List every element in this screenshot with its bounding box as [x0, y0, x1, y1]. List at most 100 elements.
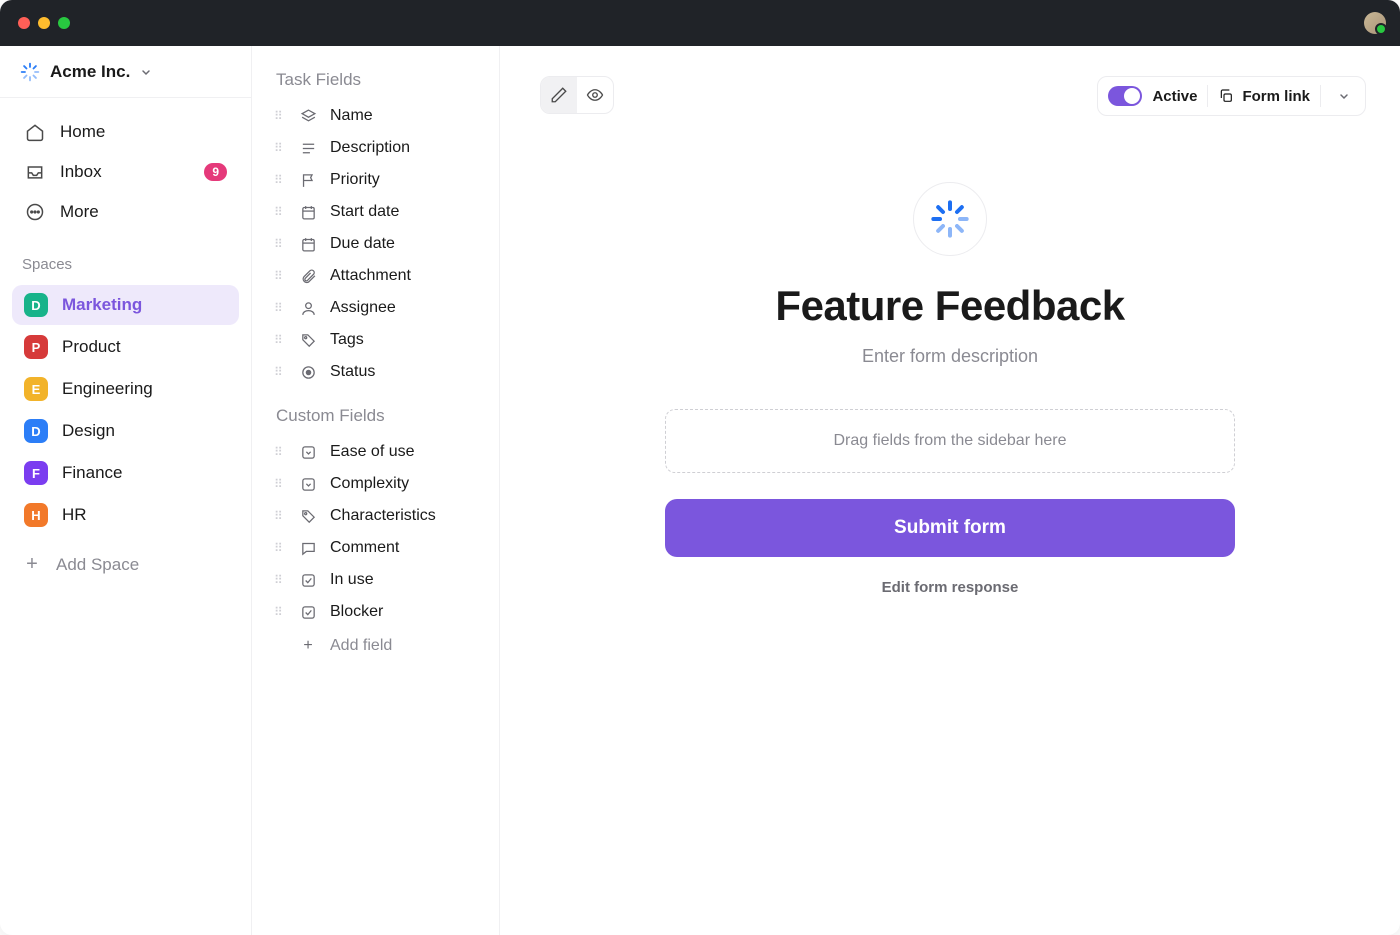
eye-icon [586, 86, 604, 104]
add-space-label: Add Space [56, 555, 139, 575]
inbox-badge: 9 [204, 163, 227, 181]
maximize-window-button[interactable] [58, 17, 70, 29]
divider [1207, 85, 1208, 107]
spaces-heading: Spaces [0, 232, 251, 283]
drag-handle-icon[interactable]: ⠿ [274, 205, 286, 219]
drag-handle-icon[interactable]: ⠿ [274, 269, 286, 283]
divider [1320, 85, 1321, 107]
drag-handle-icon[interactable]: ⠿ [274, 573, 286, 587]
field-assignee[interactable]: ⠿Assignee [266, 292, 489, 324]
user-avatar[interactable] [1364, 12, 1386, 34]
drag-handle-icon[interactable]: ⠿ [274, 541, 286, 555]
add-space-button[interactable]: + Add Space [0, 543, 251, 586]
field-label: Comment [330, 539, 399, 557]
field-label: In use [330, 571, 374, 589]
tag-icon [298, 332, 318, 349]
field-description[interactable]: ⠿ Description [266, 132, 489, 164]
more-icon [24, 201, 46, 223]
submit-form-button[interactable]: Submit form [665, 499, 1235, 557]
field-in-use[interactable]: ⠿ In use [266, 564, 489, 596]
form-link-button[interactable]: Form link [1218, 88, 1310, 105]
nav-more[interactable]: More [12, 192, 239, 232]
field-label: Blocker [330, 603, 383, 621]
workspace-switcher[interactable]: Acme Inc. [0, 46, 251, 98]
field-comment[interactable]: ⠿ Comment [266, 532, 489, 564]
drag-handle-icon[interactable]: ⠿ [274, 605, 286, 619]
space-badge: D [24, 293, 48, 317]
edit-response-link[interactable]: Edit form response [882, 579, 1019, 596]
field-due-date[interactable]: ⠿Due date [266, 228, 489, 260]
space-badge: P [24, 335, 48, 359]
field-label: Name [330, 107, 373, 125]
space-item-product[interactable]: P Product [12, 327, 239, 367]
plus-icon: + [298, 637, 318, 655]
close-window-button[interactable] [18, 17, 30, 29]
chevron-down-icon [1338, 90, 1350, 102]
flag-icon [298, 172, 318, 189]
pencil-icon [550, 86, 568, 104]
drag-handle-icon[interactable]: ⠿ [274, 109, 286, 123]
drag-handle-icon[interactable]: ⠿ [274, 237, 286, 251]
nav-home[interactable]: Home [12, 112, 239, 152]
fields-panel: Task Fields ⠿Name⠿Description⠿Priority⠿S… [252, 46, 500, 935]
preview-mode-button[interactable] [577, 77, 613, 113]
field-tags[interactable]: ⠿ Tags [266, 324, 489, 356]
add-field-button[interactable]: ⠿ + Add field [266, 628, 489, 664]
space-label: Product [62, 337, 121, 357]
clip-icon [298, 268, 318, 285]
space-item-marketing[interactable]: DMarketing [12, 285, 239, 325]
form-title[interactable]: Feature Feedback [775, 282, 1124, 330]
space-item-engineering[interactable]: EEngineering [12, 369, 239, 409]
space-label: Design [62, 421, 115, 441]
calendar-icon [298, 236, 318, 253]
field-label: Priority [330, 171, 380, 189]
nav-inbox[interactable]: Inbox 9 [12, 152, 239, 192]
drag-handle-icon[interactable]: ⠿ [274, 445, 286, 459]
field-characteristics[interactable]: ⠿ Characteristics [266, 500, 489, 532]
field-label: Tags [330, 331, 364, 349]
drag-handle-icon[interactable]: ⠿ [274, 365, 286, 379]
field-label: Complexity [330, 475, 409, 493]
edit-mode-button[interactable] [541, 77, 577, 113]
field-label: Description [330, 139, 410, 157]
space-badge: H [24, 503, 48, 527]
nav-more-label: More [60, 202, 99, 222]
form-description-placeholder[interactable]: Enter form description [862, 346, 1038, 367]
field-label: Ease of use [330, 443, 415, 461]
tag-icon [298, 508, 318, 525]
field-drop-zone[interactable]: Drag fields from the sidebar here [665, 409, 1235, 473]
drag-handle-icon[interactable]: ⠿ [274, 301, 286, 315]
drag-handle-icon[interactable]: ⠿ [274, 173, 286, 187]
drag-handle-icon[interactable]: ⠿ [274, 509, 286, 523]
field-attachment[interactable]: ⠿ Attachment [266, 260, 489, 292]
space-item-hr[interactable]: HHR [12, 495, 239, 535]
active-toggle[interactable] [1108, 86, 1142, 106]
dropdown-icon [298, 476, 318, 493]
field-ease-of-use[interactable]: ⠿ Ease of use [266, 436, 489, 468]
minimize-window-button[interactable] [38, 17, 50, 29]
field-start-date[interactable]: ⠿ Start date [266, 196, 489, 228]
field-label: Attachment [330, 267, 411, 285]
space-badge: D [24, 419, 48, 443]
space-item-finance[interactable]: FFinance [12, 453, 239, 493]
field-label: Start date [330, 203, 399, 221]
field-label: Characteristics [330, 507, 436, 525]
field-status[interactable]: ⠿ Status [266, 356, 489, 388]
comment-icon [298, 540, 318, 557]
field-label: Status [330, 363, 375, 381]
drag-handle-icon[interactable]: ⠿ [274, 477, 286, 491]
field-blocker[interactable]: ⠿ Blocker [266, 596, 489, 628]
form-status-bar: Active Form link [1097, 76, 1366, 116]
layers-icon [298, 108, 318, 125]
space-badge: E [24, 377, 48, 401]
space-item-design[interactable]: D Design [12, 411, 239, 451]
drag-handle-icon[interactable]: ⠿ [274, 333, 286, 347]
form-logo[interactable] [913, 182, 987, 256]
field-priority[interactable]: ⠿ Priority [266, 164, 489, 196]
drag-handle-icon[interactable]: ⠿ [274, 141, 286, 155]
target-icon [298, 364, 318, 381]
field-complexity[interactable]: ⠿ Complexity [266, 468, 489, 500]
form-options-menu[interactable] [1331, 90, 1357, 102]
sidebar: Acme Inc. Home Inbox 9 More Spaces DMark… [0, 46, 252, 935]
field-name[interactable]: ⠿ Name [266, 100, 489, 132]
